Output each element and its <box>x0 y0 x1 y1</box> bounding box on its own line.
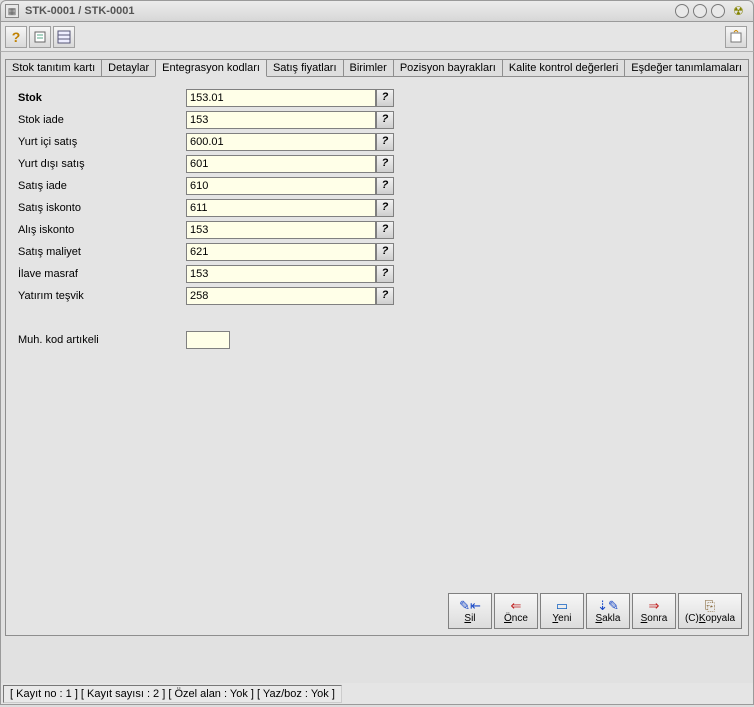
new-button[interactable]: ▭ Yeni <box>540 593 584 629</box>
row-muh-kod-artikeli: Muh. kod artıkeli <box>16 329 738 351</box>
lookup-stok[interactable]: ? <box>376 89 394 107</box>
arrow-right-icon: ⇒ <box>649 599 660 613</box>
row-stok: Stok ? <box>16 87 738 109</box>
input-stok[interactable] <box>186 89 376 107</box>
tab-pozisyon-bayraklari[interactable]: Pozisyon bayrakları <box>393 59 503 77</box>
row-satis-iskonto: Satış iskonto ? <box>16 197 738 219</box>
label-yatirim-tesvik: Yatırım teşvik <box>16 290 186 302</box>
app-icon: ▦ <box>5 4 19 18</box>
label-satis-iade: Satış iade <box>16 180 186 192</box>
row-satis-iade: Satış iade ? <box>16 175 738 197</box>
label-ilave-masraf: İlave masraf <box>16 268 186 280</box>
row-ilave-masraf: İlave masraf ? <box>16 263 738 285</box>
row-stok-iade: Stok iade ? <box>16 109 738 131</box>
input-yurt-disi-satis[interactable] <box>186 155 376 173</box>
arrow-left-icon: ⇐ <box>511 599 522 613</box>
input-yatirim-tesvik[interactable] <box>186 287 376 305</box>
delete-icon: ✎⇤ <box>459 599 481 613</box>
tab-entegrasyon-kodlari[interactable]: Entegrasyon kodları <box>155 59 267 77</box>
lookup-ilave-masraf[interactable]: ? <box>376 265 394 283</box>
lookup-satis-iskonto[interactable]: ? <box>376 199 394 217</box>
toolbar-button-2[interactable] <box>29 26 51 48</box>
tab-satis-fiyatlari[interactable]: Satış fiyatları <box>266 59 344 77</box>
copy-icon: ⎘ <box>705 599 715 613</box>
lookup-yatirim-tesvik[interactable]: ? <box>376 287 394 305</box>
lookup-stok-iade[interactable]: ? <box>376 111 394 129</box>
lookup-alis-iskonto[interactable]: ? <box>376 221 394 239</box>
action-bar: ✎⇤ Sil ⇐ Önce ▭ Yeni ⇣✎ Sakla ⇒ Sonra <box>448 593 742 629</box>
row-alis-iskonto: Alış iskonto ? <box>16 219 738 241</box>
label-satis-iskonto: Satış iskonto <box>16 202 186 214</box>
tab-stok-tanitim-karti[interactable]: Stok tanıtım kartı <box>5 59 102 77</box>
tab-birimler[interactable]: Birimler <box>343 59 394 77</box>
status-text: [ Kayıt no : 1 ] [ Kayıt sayısı : 2 ] [ … <box>3 685 342 703</box>
tab-esdeger-tanimlamalari[interactable]: Eşdeğer tanımlamaları <box>624 59 749 77</box>
label-stok-iade: Stok iade <box>16 114 186 126</box>
tab-detaylar[interactable]: Detaylar <box>101 59 156 77</box>
save-icon: ⇣✎ <box>597 599 619 613</box>
save-button[interactable]: ⇣✎ Sakla <box>586 593 630 629</box>
input-alis-iskonto[interactable] <box>186 221 376 239</box>
help-icon: ? <box>12 29 21 45</box>
label-stok: Stok <box>16 92 186 104</box>
toolbar-button-3[interactable] <box>53 26 75 48</box>
minimize-button[interactable] <box>675 4 689 18</box>
window-controls: ☢ <box>675 4 747 18</box>
row-satis-maliyet: Satış maliyet ? <box>16 241 738 263</box>
form-icon <box>33 30 47 44</box>
toolbar-button-right[interactable] <box>725 26 747 48</box>
lookup-satis-maliyet[interactable]: ? <box>376 243 394 261</box>
label-yurt-ici-satis: Yurt içi satış <box>16 136 186 148</box>
tab-kalite-kontrol-degerleri[interactable]: Kalite kontrol değerleri <box>502 59 625 77</box>
new-icon: ▭ <box>556 599 568 613</box>
label-yurt-disi-satis: Yurt dışı satış <box>16 158 186 170</box>
input-ilave-masraf[interactable] <box>186 265 376 283</box>
label-satis-maliyet: Satış maliyet <box>16 246 186 258</box>
close-button[interactable] <box>711 4 725 18</box>
lookup-yurt-ici-satis[interactable]: ? <box>376 133 394 151</box>
input-satis-iade[interactable] <box>186 177 376 195</box>
next-button[interactable]: ⇒ Sonra <box>632 593 676 629</box>
maximize-button[interactable] <box>693 4 707 18</box>
copy-button[interactable]: ⎘ (C)Kopyala <box>678 593 742 629</box>
lookup-yurt-disi-satis[interactable]: ? <box>376 155 394 173</box>
titlebar: ▦ STK-0001 / STK-0001 ☢ <box>0 0 754 22</box>
row-yatirim-tesvik: Yatırım teşvik ? <box>16 285 738 307</box>
input-satis-maliyet[interactable] <box>186 243 376 261</box>
help-button[interactable]: ? <box>5 26 27 48</box>
input-satis-iskonto[interactable] <box>186 199 376 217</box>
tab-row: Stok tanıtım kartı Detaylar Entegrasyon … <box>5 56 749 76</box>
row-yurt-disi-satis: Yurt dışı satış ? <box>16 153 738 175</box>
lookup-satis-iade[interactable]: ? <box>376 177 394 195</box>
grid-icon <box>57 30 71 44</box>
input-muh-kod-artikeli[interactable] <box>186 331 230 349</box>
statusbar: [ Kayıt no : 1 ] [ Kayıt sayısı : 2 ] [ … <box>0 683 754 705</box>
prev-button[interactable]: ⇐ Önce <box>494 593 538 629</box>
input-stok-iade[interactable] <box>186 111 376 129</box>
label-muh-kod-artikeli: Muh. kod artıkeli <box>16 334 186 346</box>
tab-body: Stok ? Stok iade ? Yurt içi satış ? <box>5 76 749 636</box>
input-yurt-ici-satis[interactable] <box>186 133 376 151</box>
toolbar: ? <box>0 22 754 52</box>
client-area: Stok tanıtım kartı Detaylar Entegrasyon … <box>0 52 754 683</box>
label-alis-iskonto: Alış iskonto <box>16 224 186 236</box>
window-title: STK-0001 / STK-0001 <box>25 5 134 17</box>
export-icon <box>729 30 743 44</box>
hazard-icon: ☢ <box>733 4 747 18</box>
delete-button[interactable]: ✎⇤ Sil <box>448 593 492 629</box>
row-yurt-ici-satis: Yurt içi satış ? <box>16 131 738 153</box>
